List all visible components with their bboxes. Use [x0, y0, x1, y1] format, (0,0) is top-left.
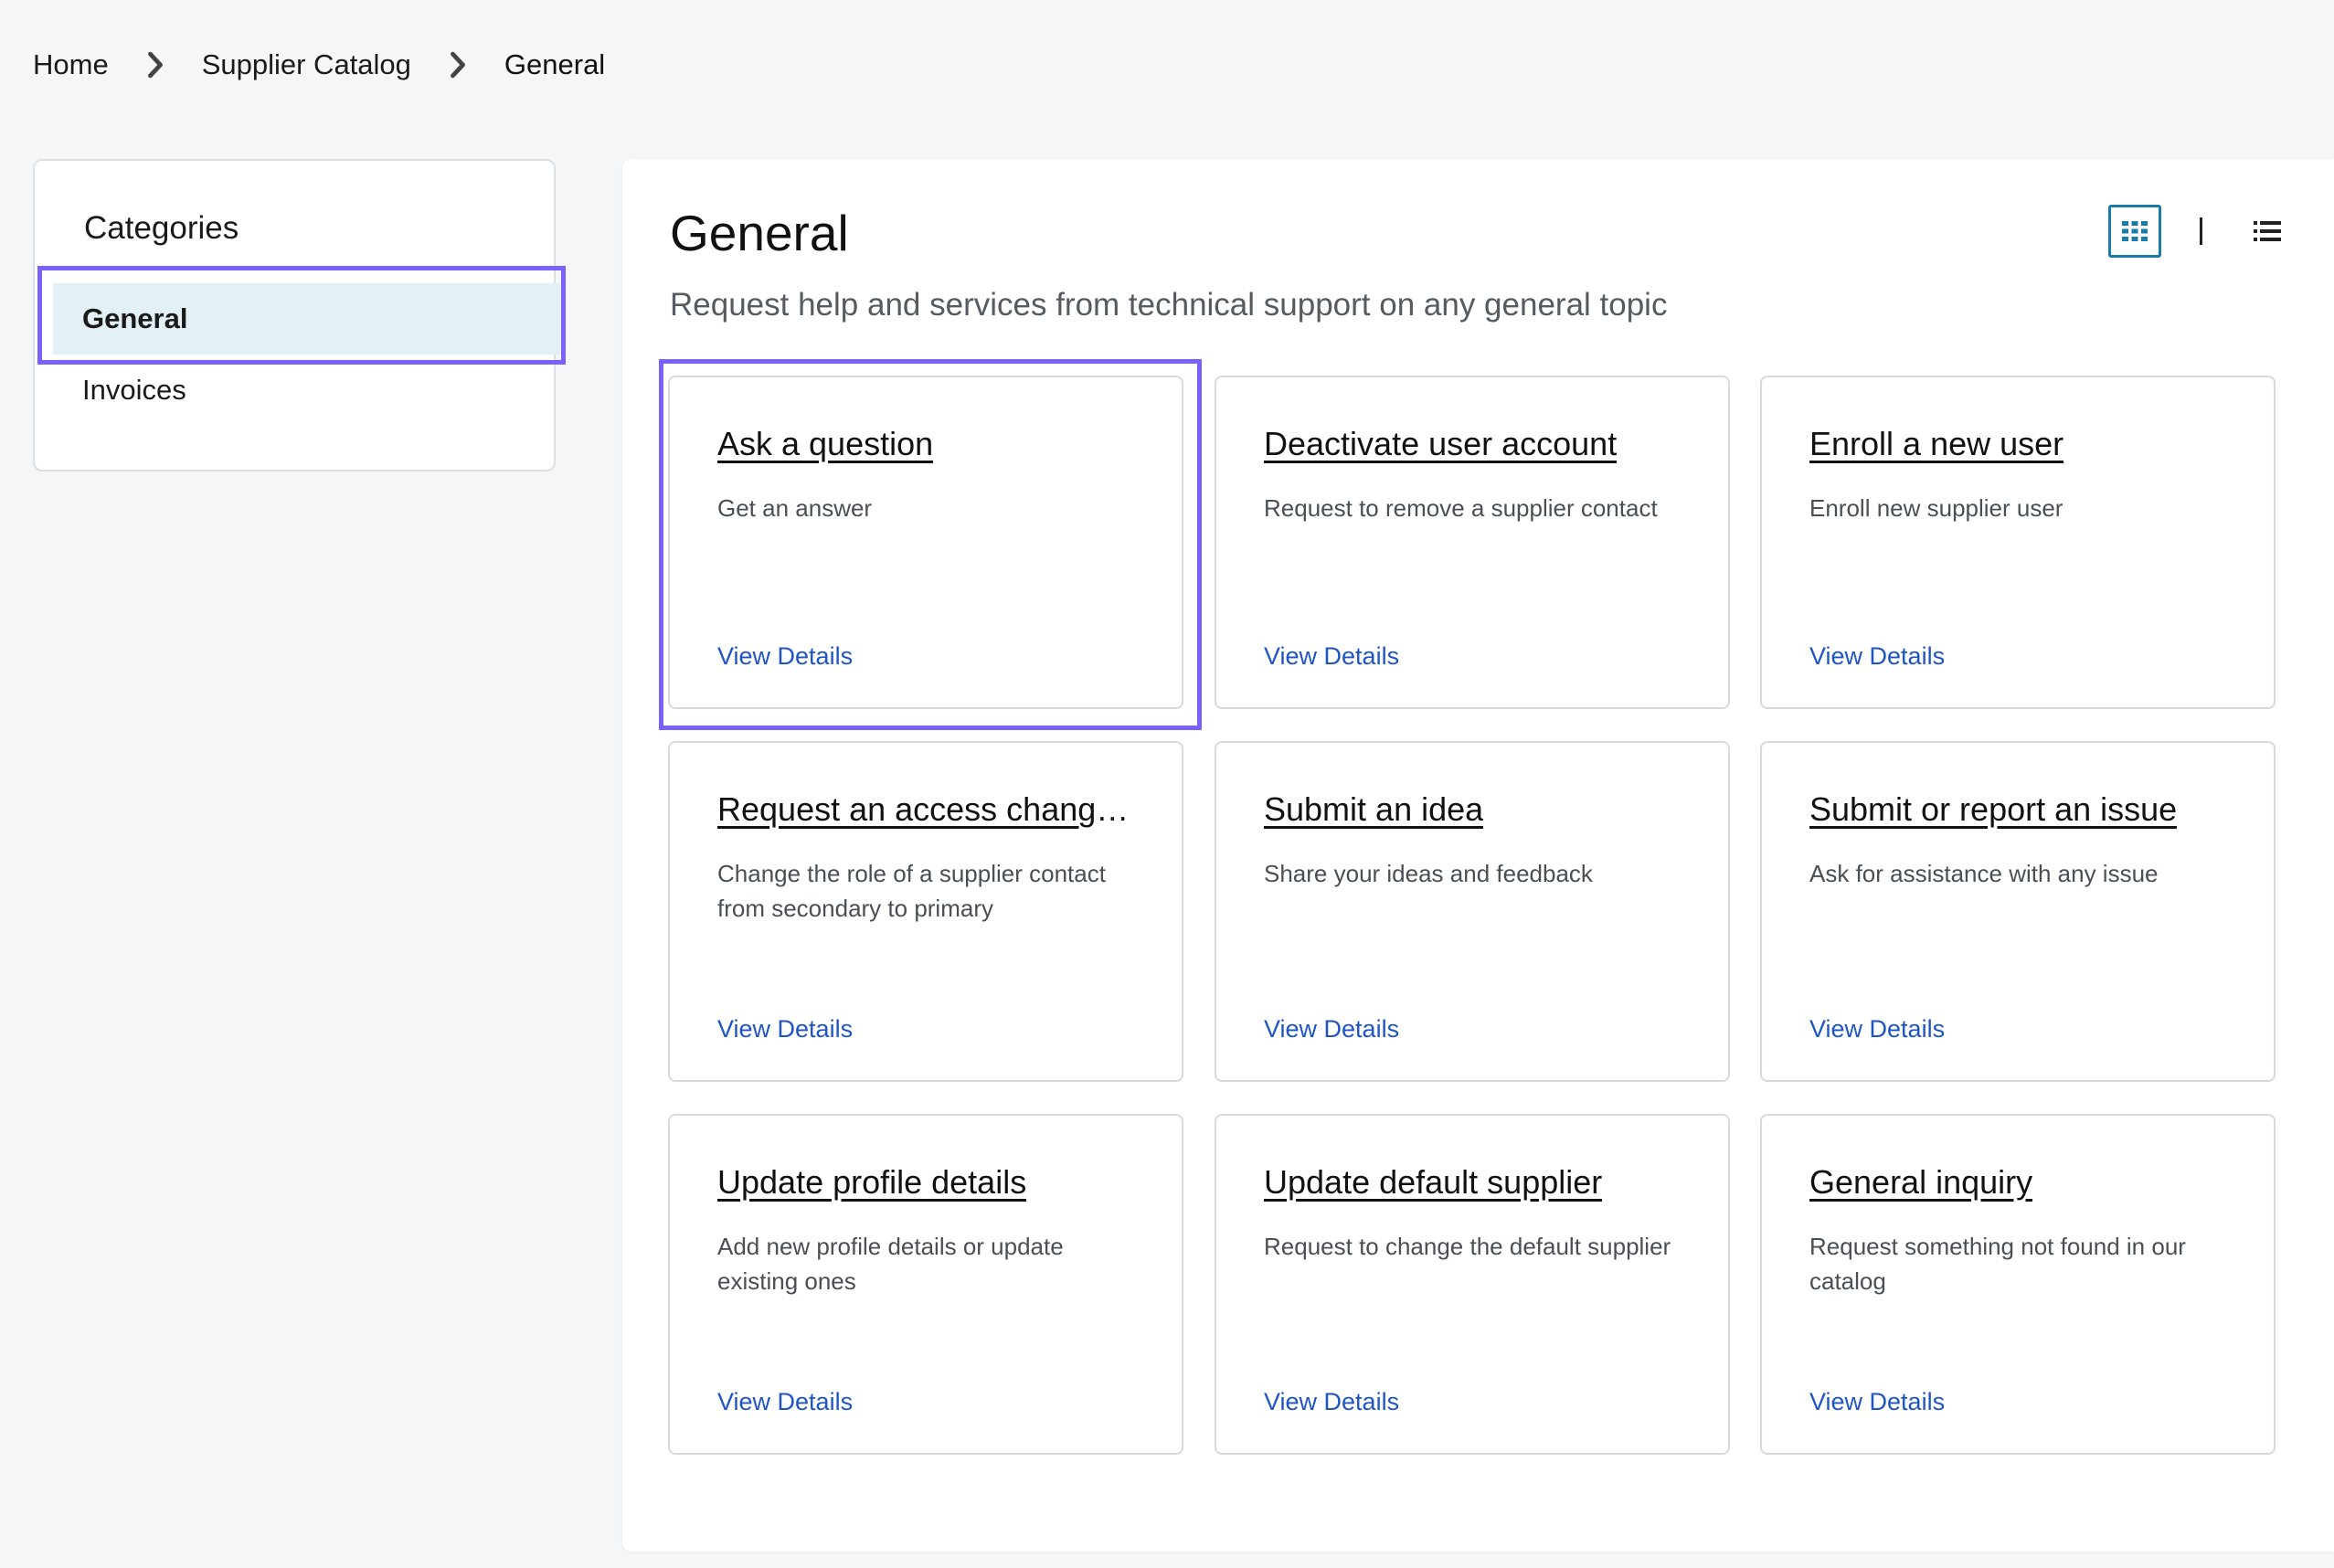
catalog-card[interactable]: Update default supplier Request to chang…: [1215, 1114, 1730, 1455]
catalog-card[interactable]: Request an access change r... Change the…: [668, 741, 1183, 1082]
view-details-link[interactable]: View Details: [1809, 1388, 1945, 1416]
catalog-card[interactable]: Update profile details Add new profile d…: [668, 1114, 1183, 1455]
card-title[interactable]: Submit an idea: [1264, 790, 1483, 829]
card-description: Request to change the default supplier: [1264, 1233, 1671, 1260]
view-details-link[interactable]: View Details: [717, 642, 853, 671]
card-description: Get an answer: [717, 494, 873, 522]
card-description: Enroll new supplier user: [1809, 494, 2063, 522]
card-title[interactable]: Deactivate user account: [1264, 425, 1617, 463]
sidebar-item-general[interactable]: General: [53, 283, 560, 355]
page-title: General: [670, 205, 849, 261]
card-title[interactable]: Request an access change r...: [717, 790, 1147, 829]
view-details-link[interactable]: View Details: [717, 1015, 853, 1044]
grid-view-icon: [2122, 221, 2148, 241]
card-description: Request something not found in our catal…: [1809, 1233, 2186, 1295]
card-description: Request to remove a supplier contact: [1264, 494, 1658, 522]
catalog-card[interactable]: Submit or report an issue Ask for assist…: [1760, 741, 2276, 1082]
list-view-icon: [2254, 220, 2281, 242]
card-title[interactable]: Update default supplier: [1264, 1163, 1602, 1202]
breadcrumb-supplier-catalog[interactable]: Supplier Catalog: [202, 48, 411, 81]
card-title[interactable]: Ask a question: [717, 425, 933, 463]
view-details-link[interactable]: View Details: [1264, 642, 1399, 671]
card-description: Ask for assistance with any issue: [1809, 860, 2159, 887]
toggle-divider: [2200, 217, 2202, 245]
view-details-link[interactable]: View Details: [1809, 642, 1945, 671]
card-description: Change the role of a supplier contact fr…: [717, 860, 1106, 922]
catalog-card[interactable]: Submit an idea Share your ideas and feed…: [1215, 741, 1730, 1082]
catalog-card[interactable]: Enroll a new user Enroll new supplier us…: [1760, 376, 2276, 709]
breadcrumb-current: General: [504, 48, 606, 80]
chevron-right-icon: [138, 48, 173, 82]
breadcrumb: Home Supplier Catalog General: [33, 48, 605, 82]
view-details-link[interactable]: View Details: [717, 1388, 853, 1416]
card-title[interactable]: Submit or report an issue: [1809, 790, 2177, 829]
catalog-card[interactable]: Ask a question Get an answer View Detail…: [668, 376, 1183, 709]
card-title[interactable]: General inquiry: [1809, 1163, 2032, 1202]
chevron-right-icon: [440, 48, 475, 82]
sidebar-item-invoices[interactable]: Invoices: [53, 355, 559, 426]
grid-view-button[interactable]: [2108, 205, 2161, 258]
card-title[interactable]: Update profile details: [717, 1163, 1026, 1202]
sidebar-title: Categories: [84, 210, 239, 246]
view-toggle: [2108, 205, 2294, 258]
sidebar-item-label: General: [82, 302, 188, 334]
breadcrumb-home[interactable]: Home: [33, 48, 109, 81]
view-details-link[interactable]: View Details: [1264, 1388, 1399, 1416]
categories-sidebar: Categories General Invoices: [33, 159, 560, 471]
catalog-card[interactable]: Deactivate user account Request to remov…: [1215, 376, 1730, 709]
card-description: Share your ideas and feedback: [1264, 860, 1593, 887]
catalog-card[interactable]: General inquiry Request something not fo…: [1760, 1114, 2276, 1455]
list-view-button[interactable]: [2241, 205, 2294, 258]
main-panel: General Request help and services from t…: [622, 159, 2334, 1552]
page-subtitle: Request help and services from technical…: [670, 287, 1668, 323]
sidebar-item-label: Invoices: [82, 374, 186, 406]
view-details-link[interactable]: View Details: [1809, 1015, 1945, 1044]
card-title[interactable]: Enroll a new user: [1809, 425, 2063, 463]
card-description: Add new profile details or update existi…: [717, 1233, 1064, 1295]
view-details-link[interactable]: View Details: [1264, 1015, 1399, 1044]
